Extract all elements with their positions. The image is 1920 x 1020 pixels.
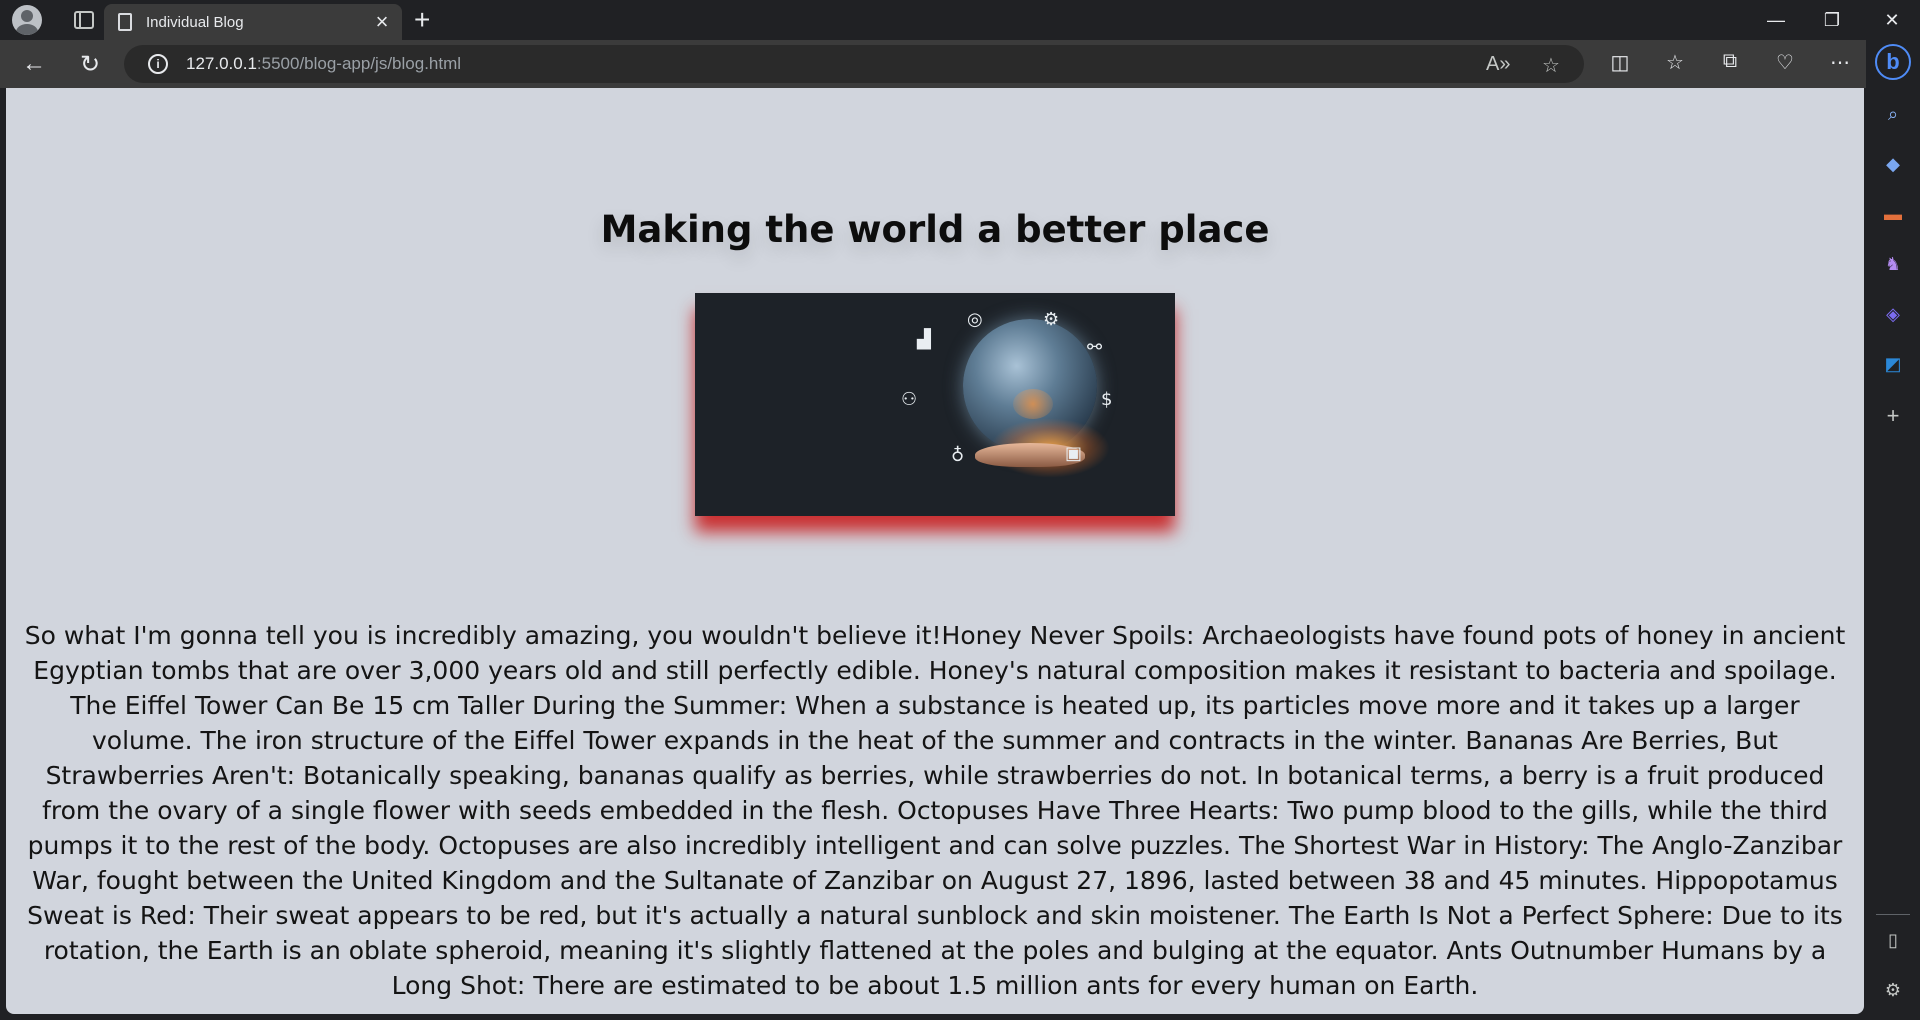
shopping-tag-icon[interactable]: ◆ [1881,152,1905,176]
page-icon [118,13,132,31]
favorite-star-icon[interactable]: ☆ [1542,53,1560,78]
favorites-icon[interactable]: ☆ [1661,50,1689,75]
new-tab-button[interactable]: + [414,4,430,36]
microsoft-365-icon[interactable]: ◈ [1881,302,1905,326]
page-viewport: Making the world a better place ▟ ◎ ⚙ ⚯ … [6,88,1864,1014]
tab-strip: Individual Blog × + — ❐ ✕ [0,0,1920,40]
people-icon: ⚇ [901,389,918,410]
more-icon[interactable]: ⋯ [1826,50,1854,75]
gears-icon: ⚙ [1043,309,1060,330]
target-icon: ◎ [967,309,983,330]
settings-icon[interactable]: ⚙ [1881,978,1905,1002]
coin-icon: $ [1101,389,1113,410]
tab-close-icon[interactable]: × [370,11,394,33]
handshake-icon: ⚯ [1087,337,1103,358]
sidebar-divider [1876,914,1910,915]
browser-toolbar: ← ↻ i 127.0.0.1:5500/blog-app/js/blog.ht… [0,40,1920,88]
collections-icon[interactable]: ⧉ [1716,50,1744,73]
lightbulb-icon: ♁ [951,445,965,466]
close-window-button[interactable]: ✕ [1864,0,1920,40]
tab-title: Individual Blog [146,13,244,31]
blog-title: Making the world a better place [600,208,1270,251]
tools-briefcase-icon[interactable]: ▬ [1881,202,1905,226]
bing-copilot-icon[interactable]: b [1875,44,1911,80]
profile-avatar[interactable] [12,5,42,35]
site-info-icon[interactable]: i [148,54,168,74]
blog-body-text: So what I'm gonna tell you is incredibly… [24,621,1846,1000]
outlook-icon[interactable]: ◩ [1881,352,1905,376]
split-screen-icon[interactable]: ◫ [1606,50,1634,75]
tab-actions-icon[interactable] [74,11,94,29]
back-arrow-icon[interactable]: ← [18,48,50,80]
hide-sidebar-icon[interactable]: ▯ [1881,928,1905,952]
blog-hero-image: ▟ ◎ ⚙ ⚯ ⚇ $ ♁ ▣ [695,293,1175,516]
active-tab[interactable]: Individual Blog × [104,4,402,40]
read-aloud-icon[interactable]: A» [1486,53,1510,76]
url-text[interactable]: 127.0.0.1:5500/blog-app/js/blog.html [186,54,461,74]
search-icon[interactable]: ⌕ [1881,102,1905,126]
browser-essentials-icon[interactable]: ♡ [1771,50,1799,75]
add-icon[interactable]: + [1881,403,1905,428]
chart-icon: ▟ [917,329,931,350]
money-icon: ▣ [1065,443,1083,464]
edge-sidebar: b ⌕ ◆ ▬ ♞ ◈ ◩ + ▯ ⚙ [1866,40,1920,1020]
minimize-button[interactable]: — [1748,0,1804,40]
games-icon[interactable]: ♞ [1881,252,1905,276]
refresh-icon[interactable]: ↻ [74,48,106,80]
restore-button[interactable]: ❐ [1804,0,1860,40]
address-bar[interactable]: i 127.0.0.1:5500/blog-app/js/blog.html A… [124,45,1584,83]
